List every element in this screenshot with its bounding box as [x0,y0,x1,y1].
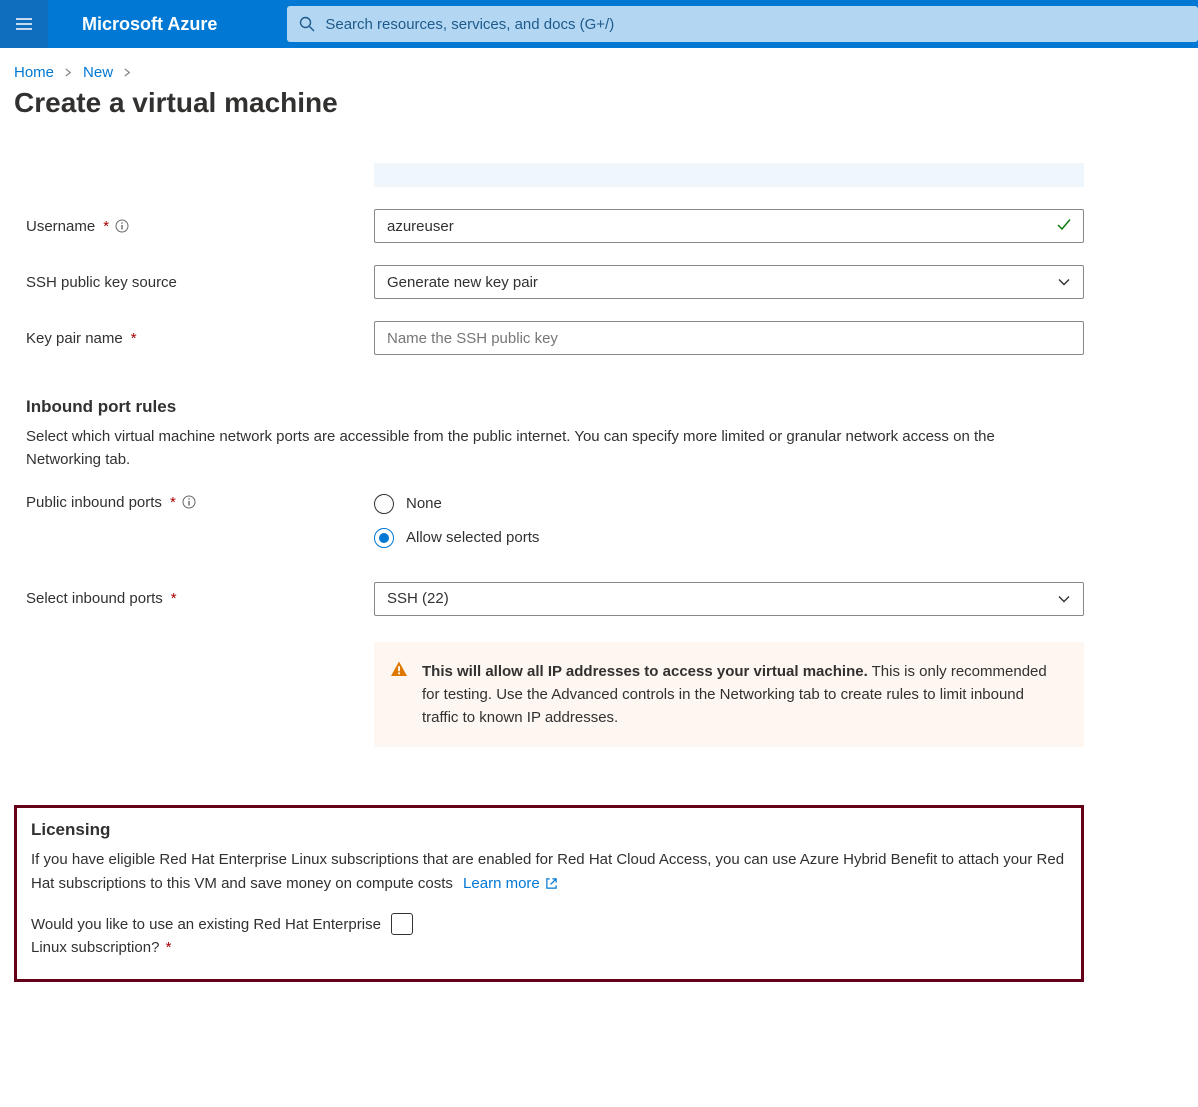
licensing-description: If you have eligible Red Hat Enterprise … [31,848,1067,895]
licensing-question-row: Would you like to use an existing Red Ha… [31,913,1067,960]
brand-label: Microsoft Azure [82,14,217,35]
licensing-section: Licensing If you have eligible Red Hat E… [14,805,1084,982]
top-header: Microsoft Azure Search resources, servic… [0,0,1198,48]
info-icon[interactable] [182,495,196,509]
required-marker: * [103,218,109,235]
required-marker: * [170,494,176,511]
select-inbound-label: Select inbound ports * [26,590,374,607]
radio-none-label: None [406,495,442,512]
radio-icon [374,494,394,514]
search-input[interactable]: Search resources, services, and docs (G+… [287,6,1198,42]
search-container: Search resources, services, and docs (G+… [287,6,1198,42]
hamburger-menu-button[interactable] [0,0,48,48]
username-label: Username * [26,218,374,235]
inbound-radio-group: None Allow selected ports [374,494,1084,548]
checkmark-icon [1056,217,1072,236]
ssh-source-label: SSH public key source [26,274,374,291]
inbound-description: Select which virtual machine network por… [26,425,1056,472]
page-title: Create a virtual machine [14,87,1184,119]
inbound-warning: This will allow all IP addresses to acce… [374,642,1084,748]
username-field-wrap [374,209,1084,243]
radio-allow-label: Allow selected ports [406,529,539,546]
warning-icon [390,660,408,730]
inbound-heading: Inbound port rules [26,397,1084,417]
keypair-label: Key pair name * [26,330,374,347]
username-field[interactable] [374,209,1084,243]
ssh-source-value: Generate new key pair [387,274,538,291]
required-marker: * [171,590,177,607]
licensing-checkbox[interactable] [391,913,413,935]
ssh-source-select[interactable]: Generate new key pair [374,265,1084,299]
radio-none[interactable]: None [374,494,1084,514]
public-inbound-label: Public inbound ports * [26,494,374,511]
licensing-heading: Licensing [31,820,1067,840]
page-content: Home New Create a virtual machine Userna… [0,48,1198,1006]
info-banner [374,163,1084,187]
chevron-right-icon [123,65,132,80]
radio-allow-selected[interactable]: Allow selected ports [374,528,1084,548]
search-icon [299,16,315,32]
required-marker: * [166,939,172,956]
chevron-right-icon [64,65,73,80]
select-inbound-ports[interactable]: SSH (22) [374,582,1084,616]
chevron-down-icon [1057,275,1071,289]
search-placeholder: Search resources, services, and docs (G+… [325,16,614,33]
licensing-question-label: Would you like to use an existing Red Ha… [31,913,391,960]
keypair-field[interactable] [374,321,1084,355]
hamburger-icon [14,14,34,34]
info-icon[interactable] [115,219,129,233]
inbound-warning-text: This will allow all IP addresses to acce… [422,660,1064,730]
breadcrumb-new[interactable]: New [83,64,113,81]
external-link-icon [545,877,558,890]
select-inbound-value: SSH (22) [387,590,449,607]
learn-more-link[interactable]: Learn more [463,872,558,895]
chevron-down-icon [1057,592,1071,606]
breadcrumb-home[interactable]: Home [14,64,54,81]
radio-icon [374,528,394,548]
breadcrumb: Home New [14,64,1184,81]
required-marker: * [131,330,137,347]
